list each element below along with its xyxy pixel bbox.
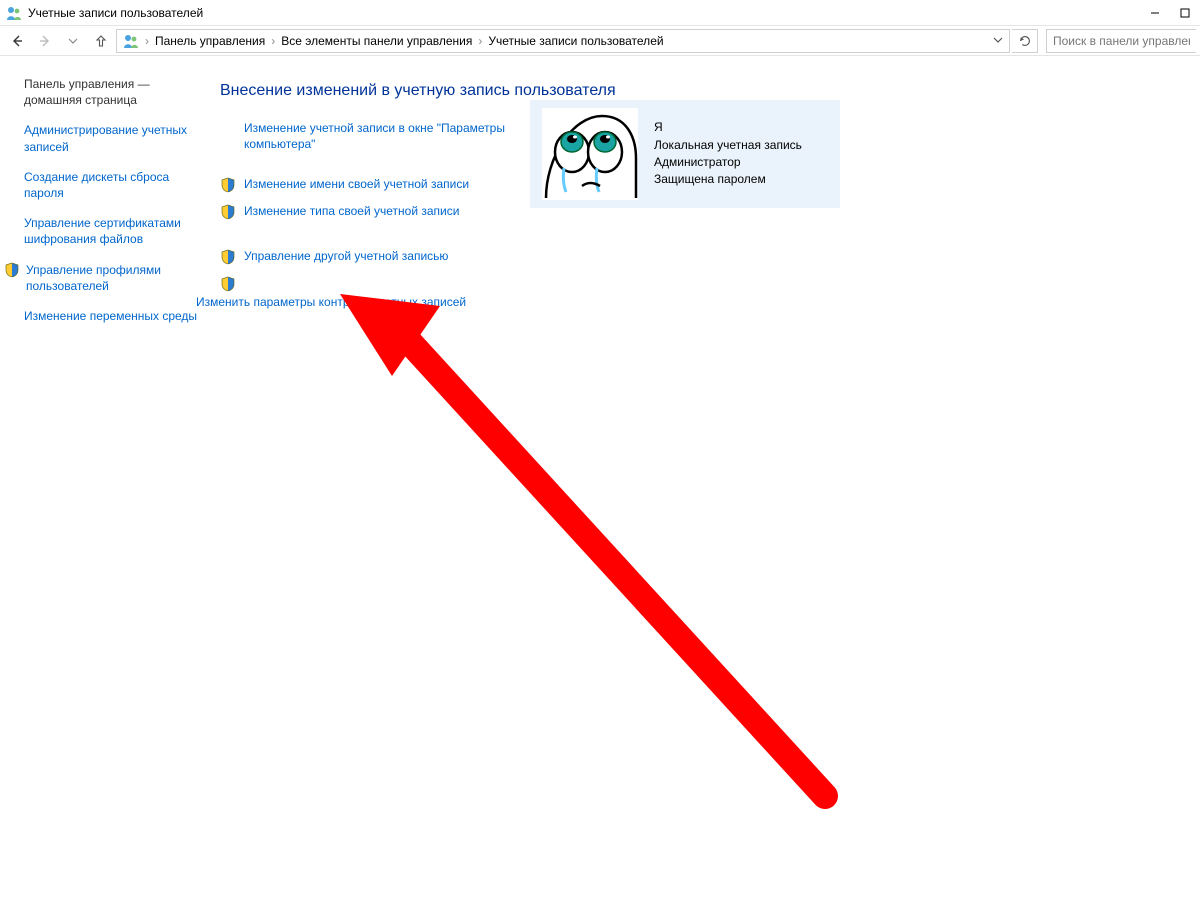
account-name: Я <box>654 119 802 136</box>
users-icon <box>6 5 22 21</box>
shield-icon <box>220 276 236 292</box>
shield-icon <box>220 177 236 193</box>
refresh-button[interactable] <box>1012 29 1038 53</box>
chevron-right-icon[interactable]: › <box>143 34 151 48</box>
account-protection: Защищена паролем <box>654 171 802 188</box>
main-content: Внесение изменений в учетную запись поль… <box>210 56 1200 919</box>
up-button[interactable] <box>88 28 114 54</box>
minimize-button[interactable] <box>1140 0 1170 26</box>
chevron-right-icon[interactable]: › <box>476 34 484 48</box>
account-type: Локальная учетная запись <box>654 137 802 154</box>
page-heading: Внесение изменений в учетную запись поль… <box>220 82 1180 100</box>
shield-icon <box>220 204 236 220</box>
search-input[interactable] <box>1051 33 1192 49</box>
breadcrumb-seg-1[interactable]: Панель управления <box>151 34 269 48</box>
breadcrumb-seg-2[interactable]: Все элементы панели управления <box>277 34 476 48</box>
address-bar[interactable]: › Панель управления › Все элементы панел… <box>116 29 1010 53</box>
sidebar-item-encryption-certs[interactable]: Управление сертификатами шифрования файл… <box>24 215 198 247</box>
task-change-name[interactable]: Изменение имени своей учетной записи <box>244 176 469 192</box>
sidebar: Панель управления — домашняя страница Ад… <box>0 56 210 919</box>
maximize-button[interactable] <box>1170 0 1200 26</box>
address-dropdown-button[interactable] <box>989 34 1007 48</box>
account-role: Администратор <box>654 154 802 171</box>
sidebar-home-link[interactable]: Панель управления — домашняя страница <box>24 76 198 108</box>
window-title: Учетные записи пользователей <box>28 6 203 20</box>
task-change-in-settings[interactable]: Изменение учетной записи в окне "Парамет… <box>244 120 520 152</box>
forward-button[interactable] <box>32 28 58 54</box>
recent-locations-button[interactable] <box>60 28 86 54</box>
back-button[interactable] <box>4 28 30 54</box>
sidebar-item-admin-accounts[interactable]: Администрирование учетных записей <box>24 122 198 154</box>
breadcrumb-seg-3[interactable]: Учетные записи пользователей <box>484 34 667 48</box>
account-card: Я Локальная учетная запись Администратор… <box>530 100 840 208</box>
chevron-right-icon[interactable]: › <box>269 34 277 48</box>
sidebar-item-user-profiles[interactable]: Управление профилями пользователей <box>26 262 198 294</box>
sidebar-item-env-vars[interactable]: Изменение переменных среды <box>24 308 198 324</box>
account-info: Я Локальная учетная запись Администратор… <box>654 119 802 189</box>
titlebar: Учетные записи пользователей <box>0 0 1200 26</box>
users-icon <box>123 33 139 49</box>
task-manage-other[interactable]: Управление другой учетной записью <box>244 248 448 264</box>
avatar <box>542 108 638 200</box>
search-box[interactable] <box>1046 29 1196 53</box>
sidebar-item-password-reset-disk[interactable]: Создание дискеты сброса пароля <box>24 169 198 201</box>
shield-icon <box>4 262 20 278</box>
task-change-uac[interactable]: Изменить параметры контроля учетных запи… <box>196 294 520 310</box>
task-change-type[interactable]: Изменение типа своей учетной записи <box>244 203 459 219</box>
window-controls <box>1140 0 1200 26</box>
nav-row: › Панель управления › Все элементы панел… <box>0 26 1200 56</box>
shield-icon <box>220 249 236 265</box>
